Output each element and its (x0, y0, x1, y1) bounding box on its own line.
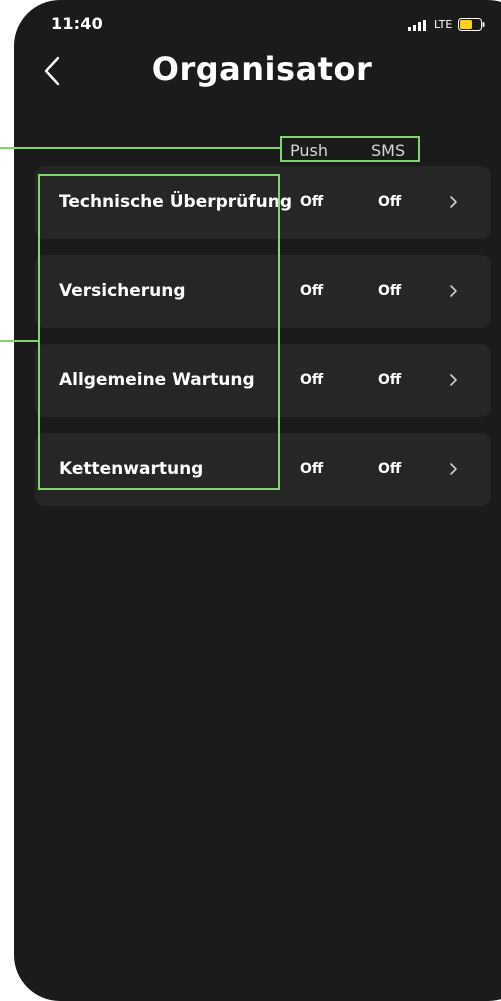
screenshot-stage: 11:40 LTE Organisator Push SMS Technisch… (0, 0, 501, 1001)
chevron-right-icon (450, 463, 457, 475)
sms-status: Off (378, 283, 402, 299)
sms-status: Off (378, 461, 402, 477)
row-label: Allgemeine Wartung (59, 370, 255, 390)
push-status: Off (300, 283, 324, 299)
column-headers: Push SMS (14, 141, 501, 163)
push-status: Off (300, 372, 324, 388)
phone-screen: 11:40 LTE Organisator Push SMS Technisch… (14, 0, 501, 1001)
signal-bars-icon (408, 20, 426, 31)
row-label: Technische Überprüfung (59, 192, 293, 212)
sms-status: Off (378, 194, 402, 210)
battery-icon (458, 18, 485, 31)
reminder-row-kettenwartung[interactable]: Kettenwartung Off Off (35, 433, 491, 506)
column-header-sms: SMS (371, 141, 406, 160)
sms-status: Off (378, 372, 402, 388)
status-bar: 11:40 LTE (14, 0, 501, 40)
push-status: Off (300, 194, 324, 210)
network-label: LTE (434, 18, 453, 31)
column-header-push: Push (290, 141, 328, 160)
reminder-row-technische-ueberpruefung[interactable]: Technische Überprüfung Off Off (35, 166, 491, 239)
page-title: Organisator (151, 50, 373, 88)
status-time: 11:40 (51, 14, 103, 33)
row-label: Kettenwartung (59, 459, 204, 479)
chevron-right-icon (450, 374, 457, 386)
chevron-right-icon (450, 196, 457, 208)
chevron-right-icon (450, 285, 457, 297)
reminder-row-versicherung[interactable]: Versicherung Off Off (35, 255, 491, 328)
row-label: Versicherung (59, 281, 186, 301)
push-status: Off (300, 461, 324, 477)
reminder-row-allgemeine-wartung[interactable]: Allgemeine Wartung Off Off (35, 344, 491, 417)
navigation-bar: Organisator (14, 40, 501, 100)
